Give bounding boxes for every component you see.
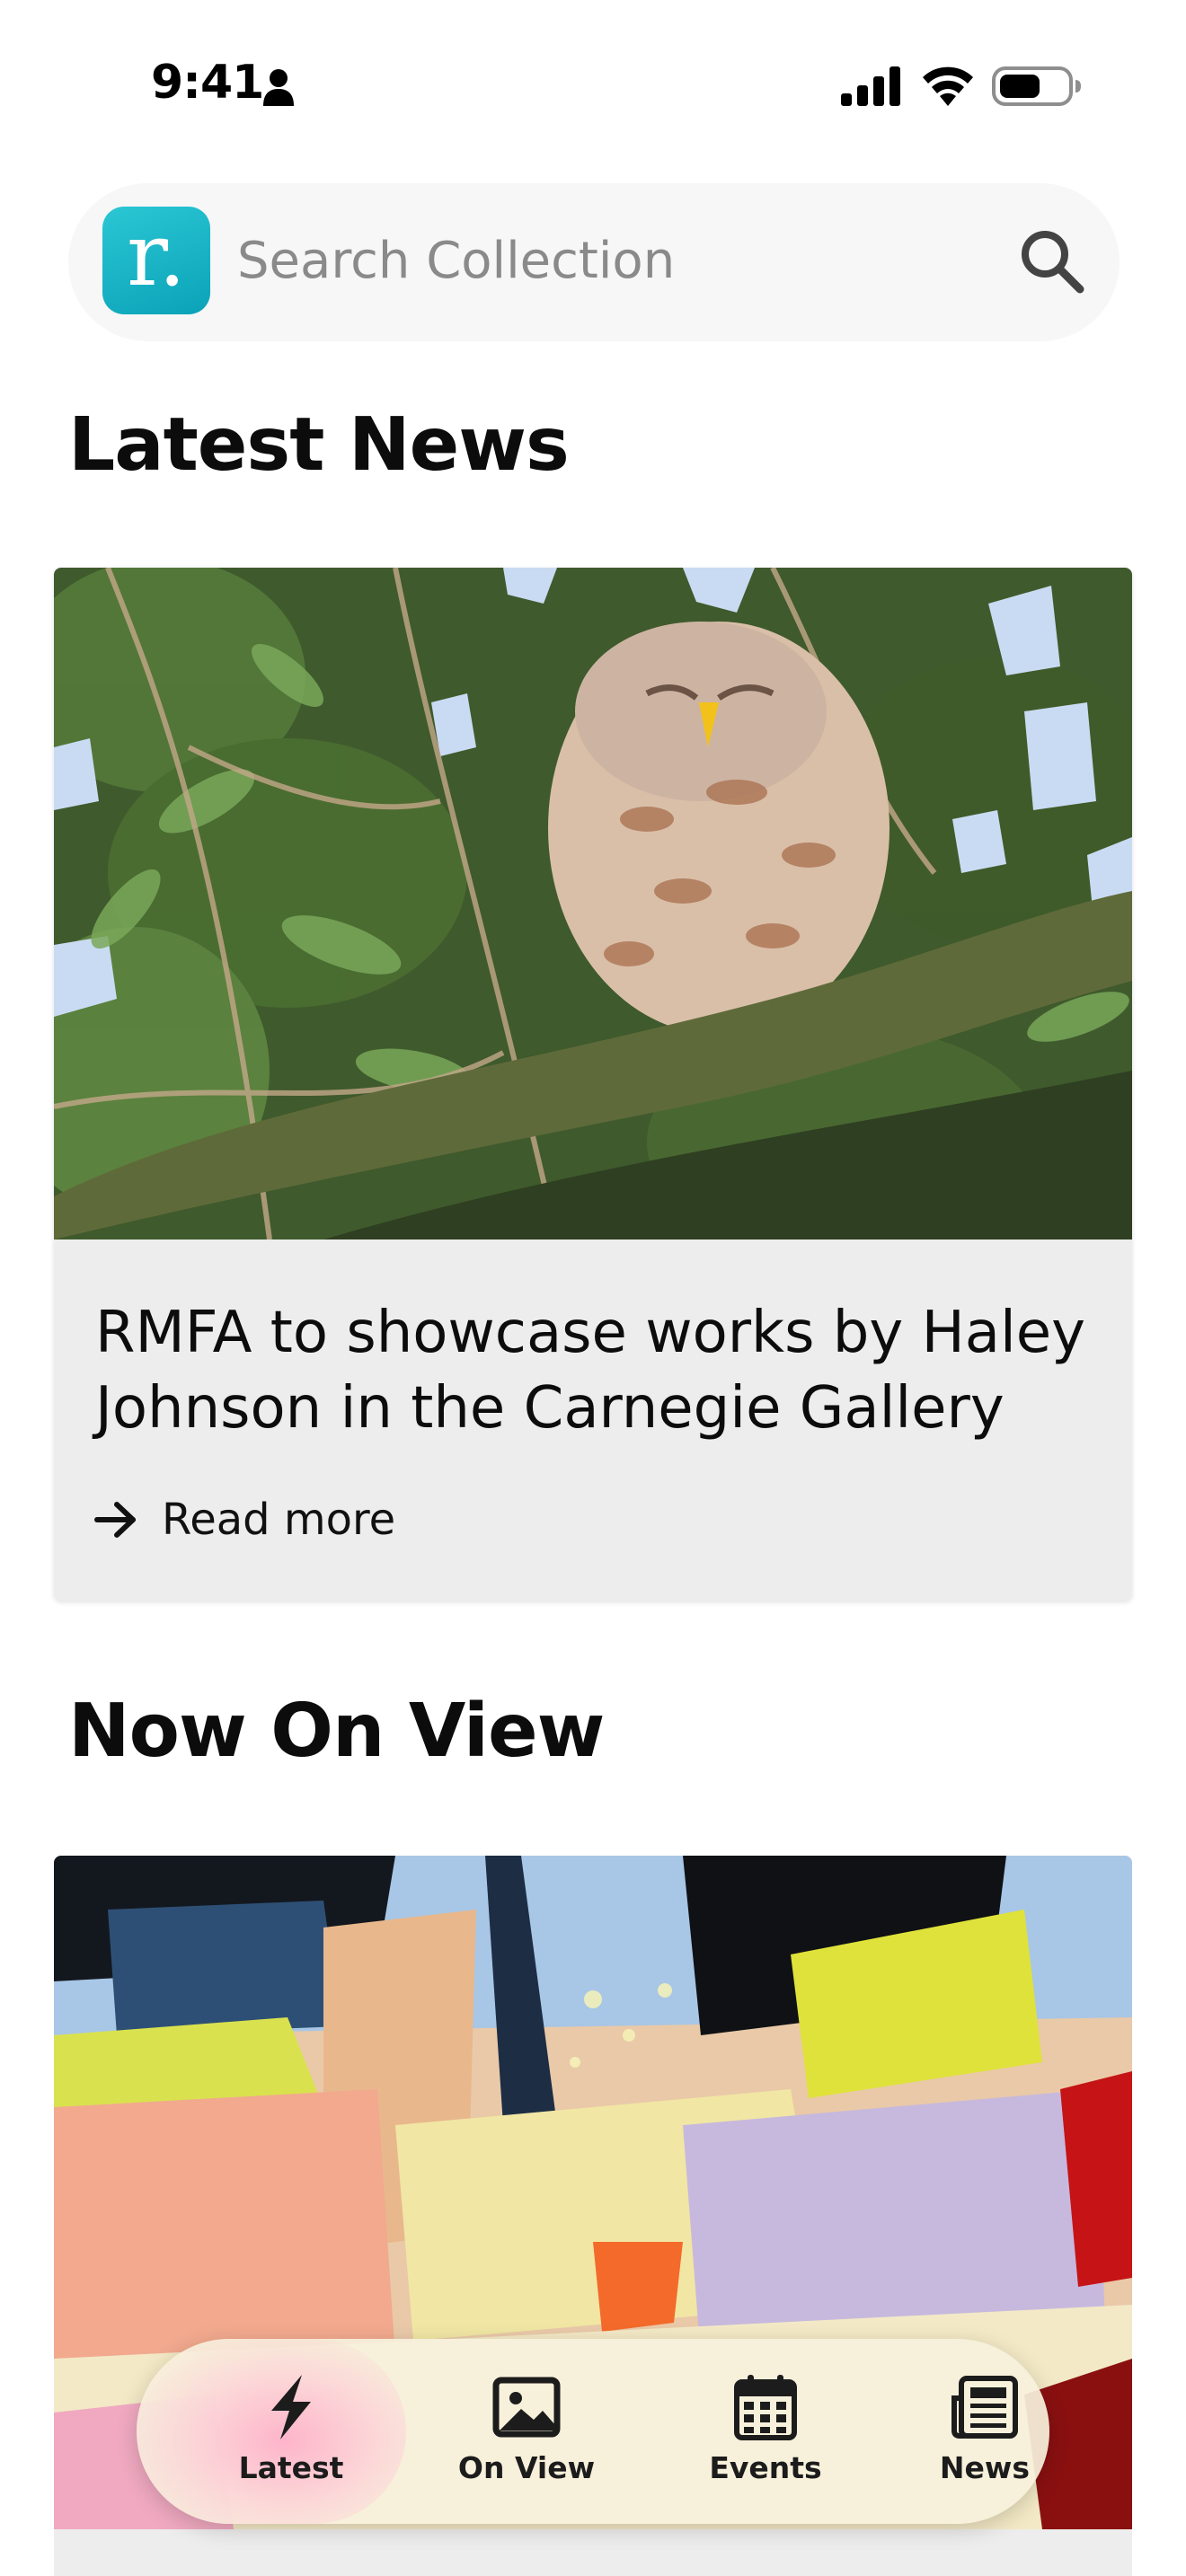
tab-label-latest: Latest: [238, 2450, 344, 2485]
cellular-signal-icon: [841, 66, 900, 106]
latest-news-heading: Latest News: [68, 402, 570, 488]
news-card[interactable]: RMFA to showcase works by Haley Johnson …: [54, 568, 1132, 1601]
tab-label-events: Events: [709, 2450, 822, 2485]
app-logo[interactable]: r.: [102, 207, 210, 314]
now-on-view-heading: Now On View: [68, 1689, 605, 1774]
tab-latest[interactable]: Latest: [192, 2339, 390, 2524]
tab-label-on-view: On View: [457, 2450, 596, 2485]
news-headline[interactable]: RMFA to showcase works by Haley Johnson …: [95, 1295, 1093, 1446]
owl-painting-image[interactable]: [54, 568, 1132, 1239]
arrow-right-icon: [94, 1502, 136, 1538]
tab-news[interactable]: News: [886, 2339, 1049, 2524]
calendar-icon: [734, 2375, 797, 2440]
search-icon[interactable]: [1015, 225, 1087, 296]
status-bar: 9:41: [0, 0, 1186, 171]
status-time: 9:41: [151, 56, 264, 110]
tab-bar: Latest On View Events News: [137, 2339, 1049, 2524]
search-input[interactable]: [237, 223, 956, 298]
read-more-link[interactable]: Read more: [93, 1484, 395, 1556]
image-icon: [492, 2377, 561, 2438]
tab-on-view[interactable]: On View: [428, 2339, 625, 2524]
wifi-icon: [923, 66, 973, 106]
person-icon: [263, 69, 294, 106]
battery-icon: [992, 66, 1081, 106]
lightning-icon: [271, 2375, 311, 2439]
tab-label-news: News: [939, 2450, 1031, 2485]
app-logo-letter: r.: [127, 205, 186, 305]
tab-events[interactable]: Events: [667, 2339, 864, 2524]
read-more-label: Read more: [162, 1495, 396, 1545]
newspaper-icon: [951, 2376, 1018, 2439]
